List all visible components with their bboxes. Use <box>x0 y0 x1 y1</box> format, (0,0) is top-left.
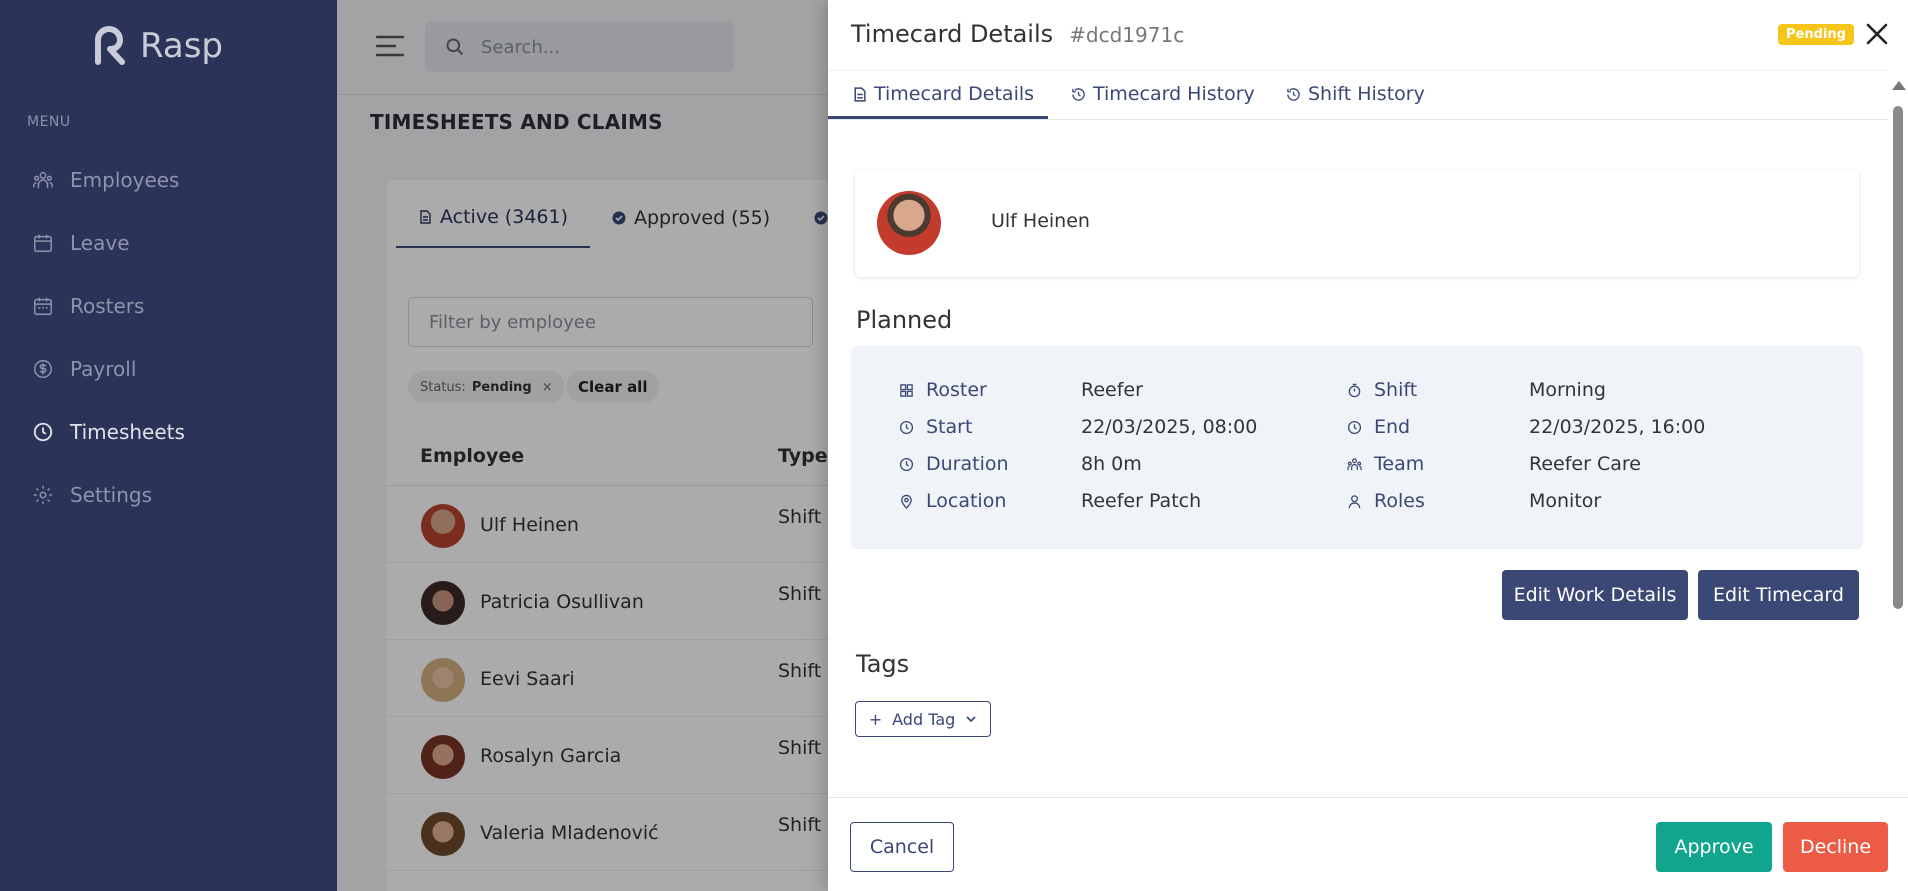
planned-details <box>851 346 1863 549</box>
detail-team: Team Reefer Care <box>1347 453 1641 475</box>
detail-duration: Duration 8h 0m <box>899 453 1142 475</box>
users-icon <box>33 171 53 188</box>
detail-label: Duration <box>926 453 1009 475</box>
detail-label: End <box>1374 416 1411 438</box>
history-icon <box>1072 87 1085 101</box>
dollar-icon <box>34 359 52 378</box>
stopwatch-icon <box>1348 383 1361 397</box>
detail-label: Location <box>926 490 1007 512</box>
close-icon[interactable] <box>1863 20 1891 48</box>
approve-button[interactable]: Approve <box>1656 822 1772 872</box>
detail-location: Location Reefer Patch <box>899 490 1201 512</box>
detail-label: Team <box>1374 453 1425 475</box>
detail-value: Reefer <box>1081 379 1143 401</box>
tab-shift-history[interactable]: Shift History <box>1286 83 1425 105</box>
detail-roles: Roles Monitor <box>1347 490 1601 512</box>
sidebar-item-rosters[interactable]: Rosters <box>0 274 337 337</box>
grid-icon <box>900 383 913 397</box>
detail-value: 22/03/2025, 08:00 <box>1081 416 1258 438</box>
sidebar-item-leave[interactable]: Leave <box>0 211 337 274</box>
tab-label: Shift History <box>1308 83 1425 105</box>
edit-timecard-button[interactable]: Edit Timecard <box>1698 570 1859 620</box>
detail-label: Start <box>926 416 973 438</box>
employee-card: Ulf Heinen <box>855 170 1859 277</box>
clock-icon <box>33 422 53 441</box>
sidebar-item-label: Payroll <box>70 356 137 381</box>
sidebar-item-label: Settings <box>70 482 153 507</box>
tab-timecard-details[interactable]: Timecard Details <box>852 83 1034 105</box>
drawer-tabs: Timecard Details Timecard History Shift … <box>828 70 1888 120</box>
menu-label: MENU <box>27 114 71 130</box>
detail-label: Shift <box>1374 379 1418 401</box>
status-badge: Pending <box>1778 24 1854 45</box>
sidebar-item-payroll[interactable]: Payroll <box>0 337 337 400</box>
detail-end: End 22/03/2025, 16:00 <box>1347 416 1705 438</box>
drawer-header: Timecard Details #dcd1971c <box>851 20 1184 48</box>
document-icon <box>854 86 866 102</box>
sidebar-item-settings[interactable]: Settings <box>0 463 337 526</box>
tab-label: Timecard Details <box>874 83 1035 105</box>
detail-label: Roster <box>926 379 987 401</box>
tab-label: Timecard History <box>1093 83 1255 105</box>
sidebar-item-label: Employees <box>70 167 180 192</box>
calendar-icon <box>34 234 52 252</box>
detail-shift: Shift Morning <box>1347 379 1606 401</box>
decline-button[interactable]: Decline <box>1783 822 1888 872</box>
detail-start: Start 22/03/2025, 08:00 <box>899 416 1257 438</box>
employee-name: Ulf Heinen <box>991 210 1090 232</box>
tab-timecard-history[interactable]: Timecard History <box>1071 83 1255 105</box>
history-icon <box>1287 87 1300 101</box>
active-tab-indicator <box>828 116 1048 119</box>
sidebar-nav: Employees Leave Rosters Payroll Timeshee… <box>0 148 337 526</box>
avatar <box>877 191 941 255</box>
calendar-icon <box>34 297 52 315</box>
location-pin-icon <box>901 494 912 509</box>
edit-work-details-button[interactable]: Edit Work Details <box>1502 570 1688 620</box>
user-icon <box>1348 494 1361 508</box>
sidebar-item-label: Timesheets <box>70 419 185 444</box>
cancel-button[interactable]: Cancel <box>850 822 954 872</box>
team-icon <box>1347 457 1362 470</box>
brand-logo[interactable]: Rasp <box>92 26 223 66</box>
detail-label: Roles <box>1374 490 1425 512</box>
clock-icon <box>1347 420 1362 434</box>
sidebar: Rasp MENU Employees Leave Rosters Payrol… <box>0 0 337 891</box>
plus-icon: + <box>868 709 883 729</box>
detail-value: 8h 0m <box>1081 453 1142 475</box>
brand-name: Rasp <box>140 26 224 66</box>
detail-value: Reefer Care <box>1529 453 1641 475</box>
scrollbar-thumb[interactable] <box>1893 106 1903 609</box>
timecard-id: #dcd1971c <box>1069 23 1185 47</box>
timecard-drawer: Timecard Details #dcd1971c Pending Timec… <box>828 0 1908 891</box>
add-tag-label: Add Tag <box>892 709 956 729</box>
detail-value: 22/03/2025, 16:00 <box>1529 416 1706 438</box>
sidebar-item-employees[interactable]: Employees <box>0 148 337 211</box>
detail-value: Monitor <box>1529 490 1602 512</box>
chevron-down-icon <box>966 716 976 723</box>
clock-icon <box>899 420 914 434</box>
sidebar-item-label: Rosters <box>70 293 145 318</box>
rasp-logo-icon <box>95 26 125 65</box>
add-tag-button[interactable]: + Add Tag <box>855 701 991 737</box>
detail-value: Reefer Patch <box>1081 490 1202 512</box>
sidebar-item-timesheets[interactable]: Timesheets <box>0 400 337 463</box>
drawer-title: Timecard Details <box>851 20 1054 48</box>
clock-icon <box>899 457 914 471</box>
tags-heading: Tags <box>856 650 910 678</box>
drawer-footer: Cancel Approve Decline <box>828 797 1908 891</box>
detail-roster: Roster Reefer <box>899 379 1143 401</box>
planned-heading: Planned <box>856 306 953 334</box>
sidebar-item-label: Leave <box>70 230 130 255</box>
detail-value: Morning <box>1529 379 1606 401</box>
modal-backdrop[interactable] <box>337 0 828 891</box>
gear-icon <box>33 485 53 504</box>
scroll-up-arrow[interactable] <box>1892 81 1906 90</box>
